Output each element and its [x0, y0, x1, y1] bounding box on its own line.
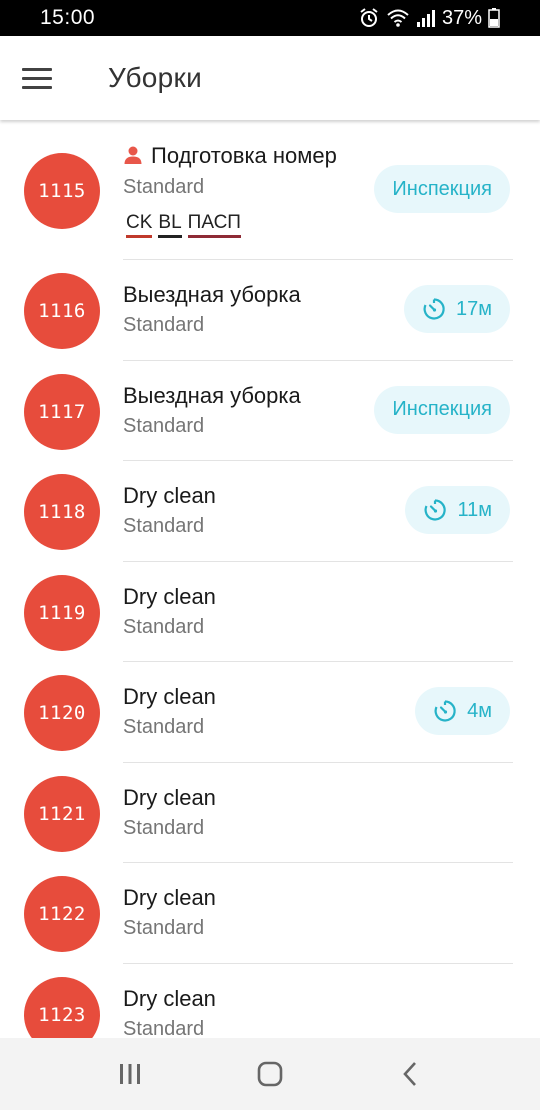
cleaning-type: Dry clean — [123, 584, 216, 610]
status-time: 15:00 — [40, 6, 96, 29]
status-bar: 15:00 37% — [0, 0, 540, 36]
inspection-button[interactable]: Инспекция — [374, 165, 510, 213]
battery-percent: 37% — [441, 6, 482, 29]
room-number-badge: 1119 — [24, 574, 100, 651]
room-row[interactable]: 1121 Dry clean Standard — [0, 763, 540, 863]
room-row[interactable]: 1117 Выездная уборка Standard Инспекция — [0, 361, 540, 461]
room-number-badge: 1116 — [24, 273, 100, 349]
person-icon — [123, 145, 143, 171]
room-row[interactable]: 1118 Dry clean Standard 11м — [0, 461, 540, 562]
timer-icon — [423, 498, 447, 522]
status-icons: 37% — [358, 7, 500, 30]
room-category: Standard — [123, 816, 205, 839]
room-category: Standard — [123, 176, 205, 198]
home-icon[interactable] — [240, 1049, 300, 1099]
room-category: Standard — [123, 414, 205, 437]
room-category: Standard — [123, 314, 205, 336]
room-tags: CK BL ПАСП — [126, 213, 241, 238]
cleaning-type-label: Dry clean — [123, 583, 216, 609]
room-row[interactable]: 1115 Подготовка номер Standard CK BL ПАСП Инс… — [0, 121, 540, 260]
timer-badge[interactable]: 17м — [404, 285, 510, 333]
pill-label: 17м — [456, 297, 492, 320]
room-row[interactable]: 1119 Dry clean Standard — [0, 562, 540, 662]
room-row[interactable]: 1122 Dry clean Standard — [0, 863, 540, 964]
timer-icon — [422, 297, 446, 321]
cleaning-type: Dry clean — [123, 785, 216, 811]
room-number-badge: 1120 — [24, 675, 100, 751]
page-title: Уборки — [108, 62, 203, 93]
alarm-icon — [358, 7, 380, 29]
cleaning-type-label: Dry clean — [123, 684, 216, 709]
battery-icon — [488, 8, 500, 28]
timer-badge[interactable]: 11м — [405, 486, 510, 534]
recent-apps-icon[interactable] — [100, 1049, 160, 1099]
room-number-badge: 1118 — [24, 474, 100, 550]
room-category: Standard — [123, 615, 205, 638]
app-bar: Уборки — [0, 36, 540, 120]
pill-label: Инспекция — [392, 398, 492, 420]
cleaning-type: Dry clean — [123, 986, 216, 1012]
inspection-button[interactable]: Инспекция — [374, 385, 510, 434]
room-row[interactable]: 1116 Выездная уборка Standard 17м — [0, 260, 540, 361]
hamburger-menu-icon[interactable] — [22, 56, 66, 100]
cleaning-type: Подготовка номер — [123, 143, 337, 171]
cleaning-type-label: Выездная уборка — [123, 282, 301, 307]
tag-label: BL — [158, 213, 182, 238]
cleaning-type: Dry clean — [123, 483, 216, 509]
back-icon[interactable] — [380, 1049, 440, 1099]
room-number-badge: 1117 — [24, 373, 100, 450]
timer-icon — [433, 699, 457, 723]
cleaning-type-label: Dry clean — [123, 885, 216, 910]
tag-label: CK — [126, 213, 153, 238]
wifi-icon — [386, 8, 410, 28]
signal-icon — [416, 8, 436, 28]
cleaning-type-label: Dry clean — [123, 483, 216, 508]
room-row[interactable]: 1120 Dry clean Standard 4м — [0, 662, 540, 763]
cleaning-type-label: Подготовка номер — [151, 143, 337, 168]
cleaning-type: Выездная уборка — [123, 383, 301, 409]
room-category: Standard — [123, 515, 205, 537]
pill-label: Инспекция — [392, 177, 492, 200]
navigation-bar — [0, 1038, 540, 1110]
cleaning-type-label: Dry clean — [123, 985, 216, 1011]
room-number-badge: 1121 — [24, 775, 100, 852]
pill-label: 11м — [457, 498, 492, 521]
room-number-badge: 1115 — [24, 153, 100, 229]
screen: 15:00 37% Уборки 1115 Подготовка номер S… — [0, 0, 540, 1110]
room-number-badge: 1122 — [24, 876, 100, 952]
cleaning-type-label: Dry clean — [123, 784, 216, 810]
room-category: Standard — [123, 716, 205, 738]
cleaning-type: Dry clean — [123, 684, 216, 710]
room-category: Standard — [123, 917, 205, 939]
timer-badge[interactable]: 4м — [415, 687, 510, 735]
cleaning-type-label: Выездная уборка — [123, 382, 301, 408]
tag-label: ПАСП — [187, 213, 241, 238]
cleaning-type: Dry clean — [123, 885, 216, 911]
cleaning-type: Выездная уборка — [123, 282, 301, 308]
pill-label: 4м — [467, 699, 492, 722]
